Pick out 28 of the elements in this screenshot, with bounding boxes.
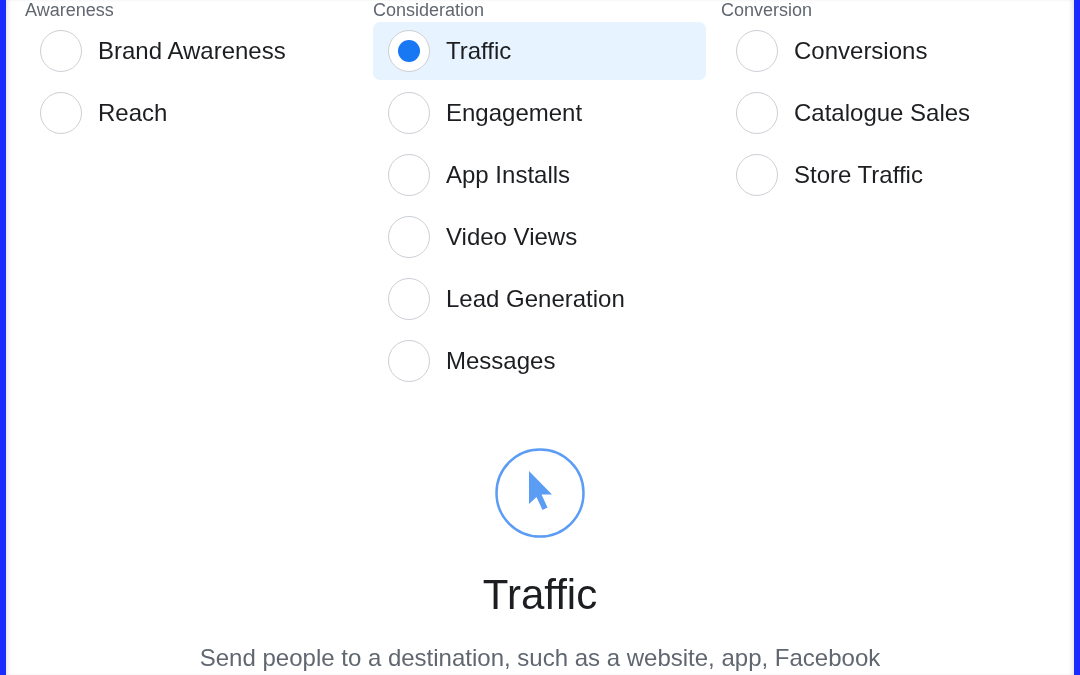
objective-option[interactable]: Traffic (373, 22, 706, 80)
column-heading: Awareness (25, 0, 114, 20)
radio-button[interactable] (388, 216, 430, 258)
radio-button[interactable] (736, 154, 778, 196)
objective-option[interactable]: Reach (25, 84, 358, 142)
radio-button[interactable] (736, 92, 778, 134)
objective-option[interactable]: Messages (373, 332, 706, 390)
radio-button[interactable] (40, 30, 82, 72)
objective-option[interactable]: App Installs (373, 146, 706, 204)
radio-button[interactable] (736, 30, 778, 72)
radio-button[interactable] (388, 278, 430, 320)
cursor-icon (495, 448, 585, 538)
radio-button[interactable] (388, 92, 430, 134)
objective-option[interactable]: Lead Generation (373, 270, 706, 328)
radio-button[interactable] (388, 340, 430, 382)
radio-button[interactable] (388, 30, 430, 72)
objective-option[interactable]: Conversions (721, 22, 1021, 80)
objective-option[interactable]: Engagement (373, 84, 706, 142)
radio-button[interactable] (40, 92, 82, 134)
objective-option[interactable]: Brand Awareness (25, 22, 358, 80)
objective-option[interactable]: Store Traffic (721, 146, 1021, 204)
objective-description: Send people to a destination, such as a website, app, Facebook (199, 644, 881, 671)
objective-title: Traffic (482, 570, 598, 620)
objective-option[interactable]: Catalogue Sales (721, 84, 1021, 142)
radio-button[interactable] (388, 154, 430, 196)
column-heading: Conversion (721, 0, 813, 20)
column-heading: Consideration (373, 0, 485, 20)
objective-option[interactable]: Video Views (373, 208, 706, 266)
